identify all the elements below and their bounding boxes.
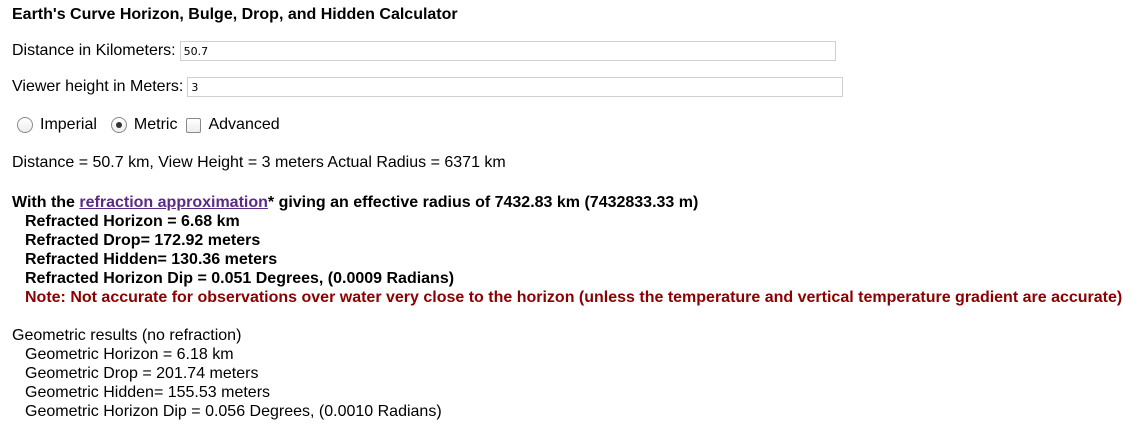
refracted-horizon: Refracted Horizon = 6.68 km (25, 213, 240, 230)
units-row: Imperial Metric Advanced (12, 116, 289, 134)
distance-input[interactable] (179, 41, 836, 61)
refraction-intro-suffix: * giving an effective radius of 7432.83 … (267, 194, 699, 211)
height-input[interactable] (187, 77, 844, 97)
geometric-heading: Geometric results (no refraction) (12, 327, 242, 344)
refraction-results: With the refraction approximation* givin… (12, 193, 1122, 307)
refracted-dip: Refracted Horizon Dip = 0.051 Degrees, (… (25, 270, 455, 287)
refraction-intro: With the refraction approximation* givin… (12, 193, 1122, 212)
page-title: Earth's Curve Horizon, Bulge, Drop, and … (12, 6, 458, 23)
imperial-label: Imperial (40, 116, 97, 133)
geometric-drop: Geometric Drop = 201.74 meters (25, 365, 259, 382)
distance-label: Distance in Kilometers: (12, 42, 176, 59)
summary-text: Distance = 50.7 km, View Height = 3 mete… (12, 154, 506, 171)
refracted-hidden: Refracted Hidden= 130.36 meters (25, 251, 278, 268)
imperial-radio[interactable] (17, 117, 33, 133)
geometric-horizon: Geometric Horizon = 6.18 km (25, 346, 234, 363)
refracted-drop: Refracted Drop= 172.92 meters (25, 232, 261, 249)
advanced-checkbox[interactable] (186, 117, 202, 133)
metric-radio[interactable] (110, 117, 127, 133)
advanced-label: Advanced (208, 116, 280, 133)
refraction-intro-prefix: With the (12, 194, 80, 211)
metric-label: Metric (133, 116, 178, 133)
refraction-approximation-link[interactable]: refraction approximation (79, 194, 267, 211)
geometric-hidden: Geometric Hidden= 155.53 meters (25, 384, 271, 401)
refraction-note: Note: Not accurate for observations over… (25, 289, 1123, 306)
height-row: Viewer height in Meters: (12, 77, 844, 97)
geometric-results: Geometric results (no refraction) Geomet… (12, 326, 442, 421)
height-label: Viewer height in Meters: (12, 78, 184, 95)
geometric-dip: Geometric Horizon Dip = 0.056 Degrees, (… (25, 403, 442, 420)
distance-row: Distance in Kilometers: (12, 41, 836, 61)
